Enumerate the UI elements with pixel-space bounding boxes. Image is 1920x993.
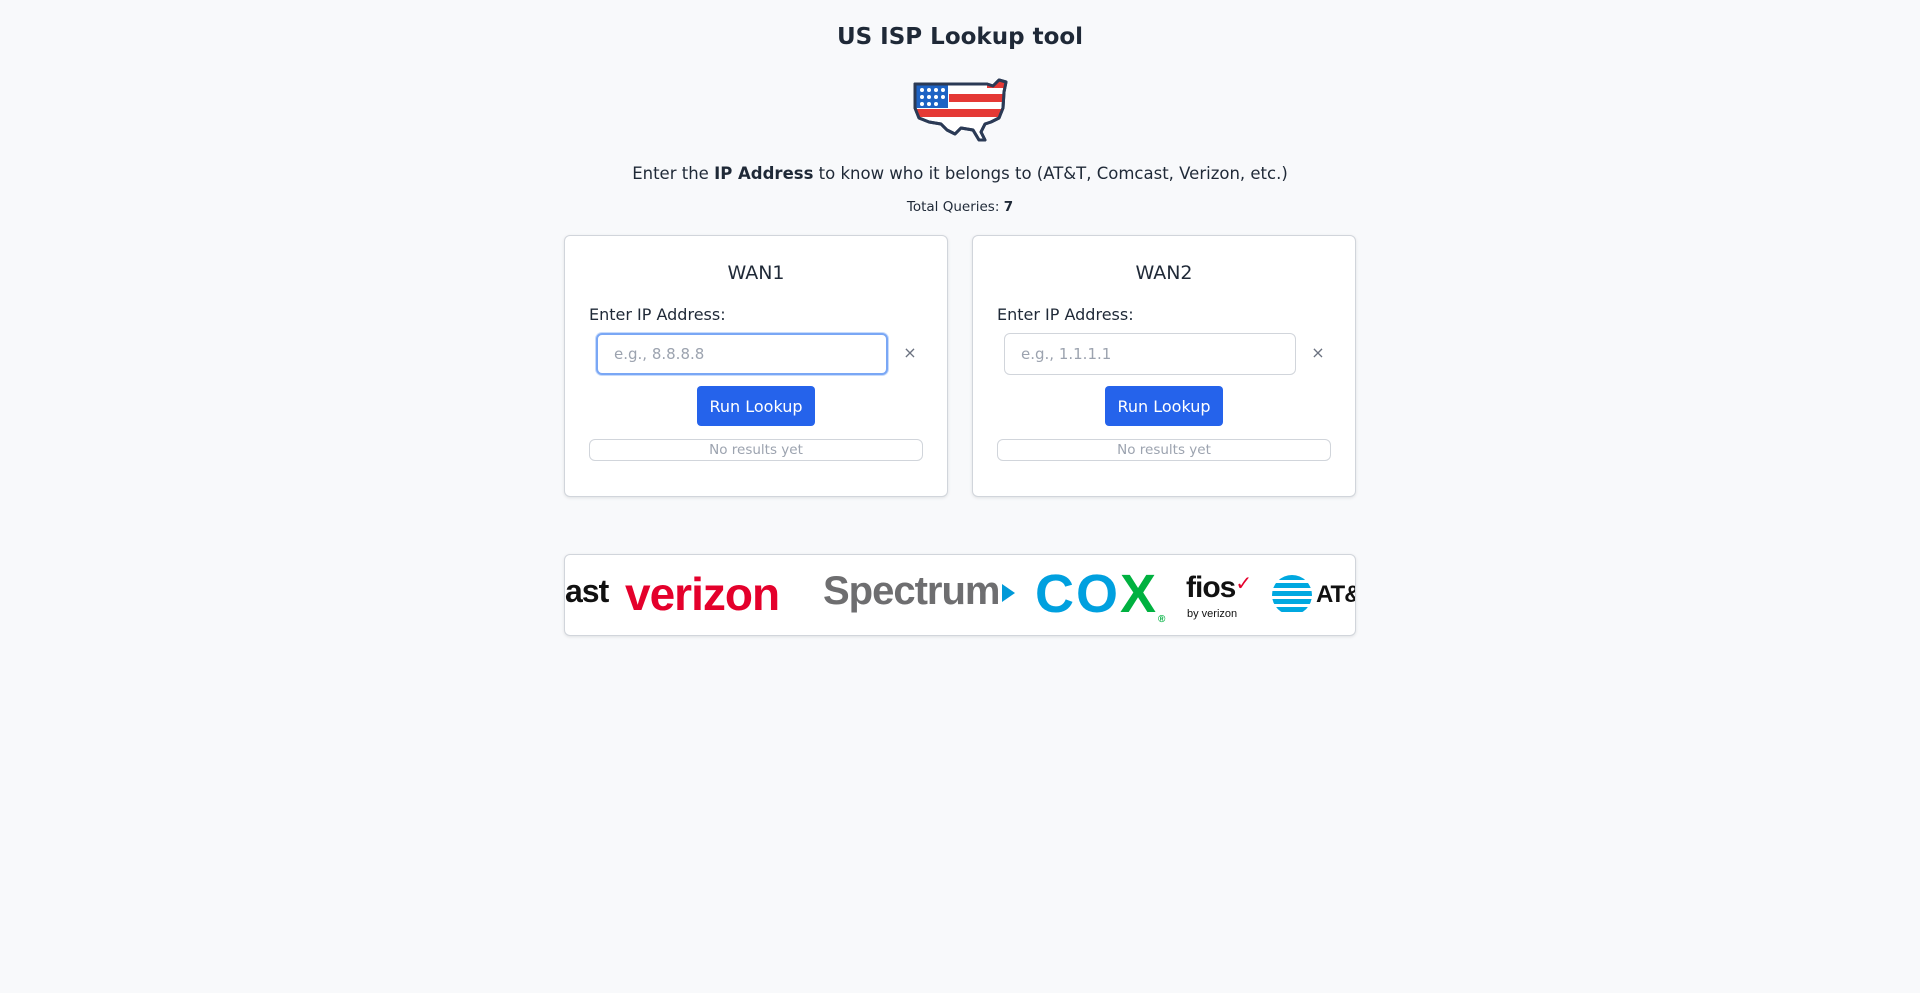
att-wordmark: AT& — [1316, 581, 1355, 608]
queries-count: 7 — [1003, 199, 1014, 215]
wan2-card: WAN2 Enter IP Address: × Run Lookup No r… — [972, 235, 1356, 497]
wan2-run-lookup-button[interactable]: Run Lookup — [1105, 386, 1223, 426]
fios-logo: fios✓ by verizon — [1186, 571, 1253, 620]
fios-wordmark: fios — [1186, 571, 1236, 604]
fios-check-icon: ✓ — [1235, 573, 1253, 595]
us-flag-map-icon — [913, 78, 1008, 142]
spectrum-logo: Spectrum — [823, 569, 1015, 614]
cox-letter-x: X — [1120, 564, 1159, 624]
wan2-title: WAN2 — [1135, 262, 1193, 284]
isp-logo-carousel: ast verizon Spectrum COX® fios✓ by verizo… — [564, 554, 1356, 636]
wan1-ip-label: Enter IP Address: — [589, 305, 726, 324]
wan2-results: No results yet — [997, 439, 1331, 461]
wan1-card: WAN1 Enter IP Address: × Run Lookup No r… — [564, 235, 948, 497]
wan1-ip-input[interactable] — [596, 333, 888, 375]
fios-by-verizon: by verizon — [1187, 608, 1238, 620]
intro-bold: IP Address — [714, 164, 814, 183]
page-title: US ISP Lookup tool — [836, 24, 1084, 50]
intro-suffix: to know who it belongs to (AT&T, Comcast… — [813, 164, 1288, 183]
comcast-logo: ast — [565, 573, 609, 609]
wan2-ip-label: Enter IP Address: — [997, 305, 1134, 324]
page: US ISP Lookup tool Enter the IP Address … — [0, 0, 1920, 993]
cox-logo: COX® — [1035, 563, 1167, 625]
wan2-ip-input[interactable] — [1004, 333, 1296, 375]
total-queries: Total Queries: 7 — [0, 199, 1920, 215]
cox-letter-c: C — [1035, 564, 1076, 624]
att-logo: AT& — [1272, 575, 1355, 615]
cox-letter-o: O — [1076, 564, 1121, 624]
queries-label: Total Queries: — [906, 199, 1004, 215]
spectrum-arrow-icon — [1001, 584, 1015, 603]
wan1-title: WAN1 — [727, 262, 785, 284]
att-globe-icon — [1272, 575, 1312, 615]
wan1-results: No results yet — [589, 439, 923, 461]
cox-registered-mark: ® — [1158, 614, 1168, 625]
wan2-clear-button[interactable]: × — [1309, 342, 1327, 364]
verizon-logo: verizon — [625, 568, 780, 620]
intro-text: Enter the IP Address to know who it belo… — [0, 164, 1920, 183]
wan1-run-lookup-button[interactable]: Run Lookup — [697, 386, 815, 426]
spectrum-wordmark: Spectrum — [823, 569, 1000, 613]
wan1-clear-button[interactable]: × — [901, 342, 919, 364]
intro-prefix: Enter the — [632, 164, 715, 183]
